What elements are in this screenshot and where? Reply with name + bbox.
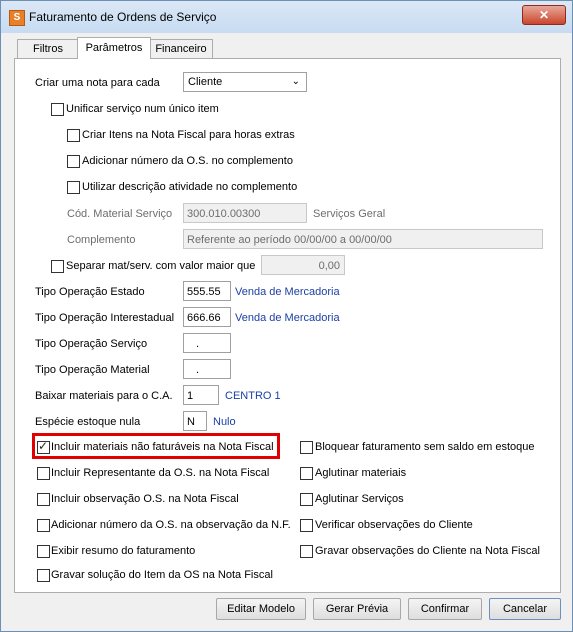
incluir-representante-label: Incluir Representante da O.S. na Nota Fi… — [51, 467, 270, 479]
incluir-representante-checkbox[interactable] — [37, 467, 50, 480]
cancelar-button[interactable]: Cancelar — [489, 598, 561, 620]
incluir-observacao-checkbox[interactable] — [37, 493, 50, 506]
aglutinar-materiais-checkbox[interactable] — [300, 467, 313, 480]
op-material-input[interactable]: . — [183, 359, 231, 379]
tab-financeiro[interactable]: Financeiro — [149, 39, 213, 58]
gravar-solucao-label: Gravar solução do Item da OS na Nota Fis… — [51, 569, 273, 581]
nota-label: Criar uma nota para cada — [35, 77, 160, 89]
tab-filtros[interactable]: Filtros — [17, 39, 79, 58]
op-estado-desc: Venda de Mercadoria — [235, 286, 340, 298]
especie-label: Espécie estoque nula — [35, 416, 141, 428]
aglutinar-servicos-checkbox[interactable] — [300, 493, 313, 506]
aglutinar-servicos-label: Aglutinar Serviços — [315, 493, 404, 505]
especie-desc: Nulo — [213, 416, 236, 428]
separar-value-input: 0,00 — [261, 255, 345, 275]
unificar-checkbox[interactable] — [51, 103, 64, 116]
op-inter-label: Tipo Operação Interestadual — [35, 312, 175, 324]
cod-material-input: 300.010.00300 — [183, 203, 307, 223]
verificar-observacoes-checkbox[interactable] — [300, 519, 313, 532]
especie-input[interactable]: N — [183, 411, 207, 431]
separar-checkbox[interactable] — [51, 260, 64, 273]
numero-os-label: Adicionar número da O.S. no complemento — [82, 155, 293, 167]
cod-material-label: Cód. Material Serviço — [67, 208, 173, 220]
nota-select-value: Cliente — [188, 76, 223, 88]
incluir-materiais-checkbox[interactable] — [37, 439, 50, 454]
gerar-previa-button[interactable]: Gerar Prévia — [313, 598, 401, 620]
cod-material-desc: Serviços Geral — [313, 208, 386, 220]
incluir-observacao-label: Incluir observação O.S. na Nota Fiscal — [51, 493, 239, 505]
op-servico-input[interactable]: . — [183, 333, 231, 353]
verificar-observacoes-label: Verificar observações do Cliente — [315, 519, 473, 531]
complemento-label: Complemento — [67, 234, 136, 246]
adicionar-numero-nf-label: Adicionar número da O.S. na observação d… — [51, 519, 291, 531]
separar-label: Separar mat/serv. com valor maior que — [66, 260, 256, 272]
unificar-label: Unificar serviço num único item — [66, 103, 219, 115]
app-icon: S — [9, 10, 25, 26]
descricao-atividade-label: Utilizar descrição atividade no compleme… — [82, 181, 298, 193]
tab-parametros[interactable]: Parâmetros — [77, 37, 151, 59]
op-estado-label: Tipo Operação Estado — [35, 286, 145, 298]
descricao-atividade-checkbox[interactable] — [67, 181, 80, 194]
baixar-input[interactable]: 1 — [183, 385, 219, 405]
close-icon[interactable]: ✕ — [522, 5, 566, 25]
op-servico-label: Tipo Operação Serviço — [35, 338, 148, 350]
incluir-materiais-label: Incluir materiais não faturáveis na Nota… — [51, 441, 274, 453]
confirmar-button[interactable]: Confirmar — [408, 598, 482, 620]
gravar-solucao-checkbox[interactable] — [37, 569, 50, 582]
aglutinar-materiais-label: Aglutinar materiais — [315, 467, 407, 479]
horas-extras-label: Criar Itens na Nota Fiscal para horas ex… — [82, 129, 295, 141]
billing-window: S Faturamento de Ordens de Serviço ✕ Fil… — [0, 0, 573, 632]
op-inter-input[interactable]: 666.66 — [183, 307, 231, 327]
bloquear-faturamento-label: Bloquear faturamento sem saldo em estoqu… — [315, 441, 535, 453]
gravar-observacoes-checkbox[interactable] — [300, 545, 313, 558]
nota-select[interactable]: Cliente ⌄ — [183, 72, 307, 92]
bloquear-faturamento-checkbox[interactable] — [300, 441, 313, 454]
baixar-label: Baixar materiais para o C.A. — [35, 390, 173, 402]
exibir-resumo-checkbox[interactable] — [37, 545, 50, 558]
complemento-input: Referente ao período 00/00/00 a 00/00/00 — [183, 229, 543, 249]
gravar-observacoes-label: Gravar observações do Cliente na Nota Fi… — [315, 545, 540, 557]
chevron-down-icon: ⌄ — [291, 76, 300, 87]
op-material-label: Tipo Operação Material — [35, 364, 150, 376]
adicionar-numero-nf-checkbox[interactable] — [37, 519, 50, 532]
horas-extras-checkbox[interactable] — [67, 129, 80, 142]
baixar-desc: CENTRO 1 — [225, 390, 281, 402]
exibir-resumo-label: Exibir resumo do faturamento — [51, 545, 196, 557]
op-estado-input[interactable]: 555.55 — [183, 281, 231, 301]
window-title: Faturamento de Ordens de Serviço — [29, 10, 217, 24]
title-bar: S Faturamento de Ordens de Serviço ✕ — [1, 1, 572, 33]
op-inter-desc: Venda de Mercadoria — [235, 312, 340, 324]
editar-modelo-button[interactable]: Editar Modelo — [216, 598, 306, 620]
numero-os-checkbox[interactable] — [67, 155, 80, 168]
